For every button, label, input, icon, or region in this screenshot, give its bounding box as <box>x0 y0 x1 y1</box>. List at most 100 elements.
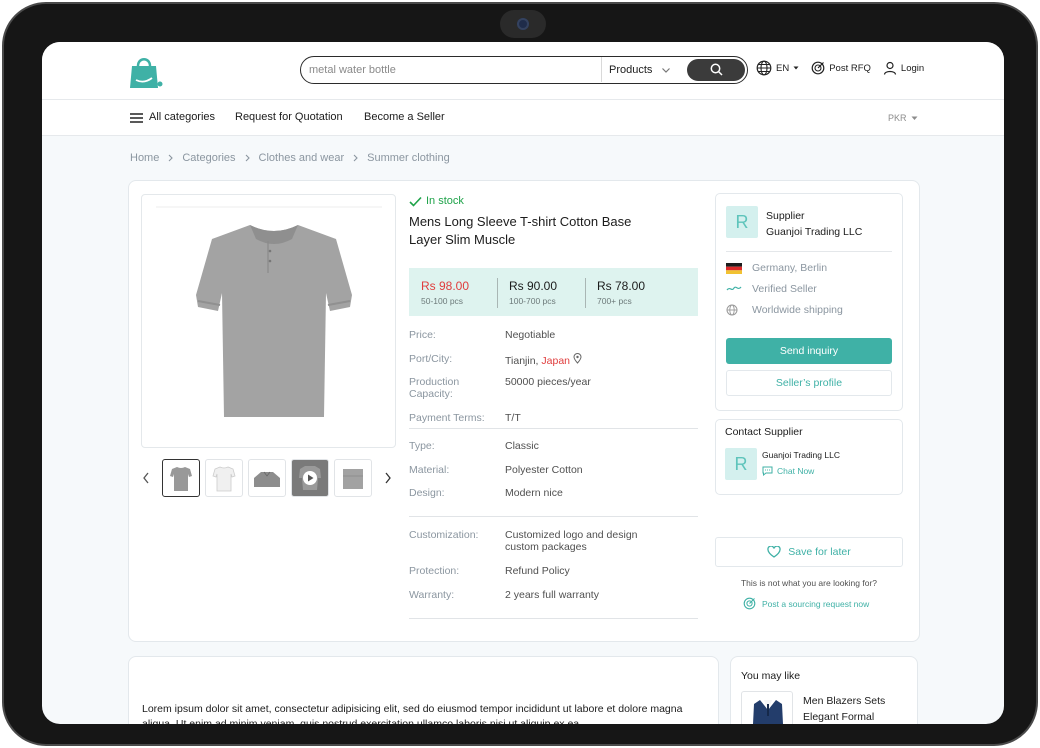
nav-all-categories[interactable]: All categories <box>149 111 215 123</box>
supplier-location: Germany, Berlin <box>726 262 827 274</box>
price-value: Rs 90.00 <box>509 279 558 293</box>
chevron-right-icon[interactable] <box>383 471 393 485</box>
product-main-image[interactable] <box>141 194 396 448</box>
menu-icon[interactable] <box>130 113 143 123</box>
spec-value: Modern nice <box>505 487 563 499</box>
contact-title: Contact Supplier <box>725 426 803 438</box>
spec-value: Refund Policy <box>505 565 570 577</box>
nav-become-seller[interactable]: Become a Seller <box>364 111 445 123</box>
globe-icon <box>756 60 772 76</box>
chevron-down-icon <box>662 67 671 73</box>
spec-row: Material: Polyester Cotton <box>409 464 698 488</box>
supplier-location-text: Germany, Berlin <box>752 262 828 274</box>
product-card: In stock Mens Long Sleeve T-shirt Cotton… <box>128 180 920 642</box>
search-button[interactable] <box>687 58 745 81</box>
chat-icon <box>762 466 773 476</box>
seller-profile-button[interactable]: Seller’s profile <box>726 370 892 396</box>
spec-value: T/T <box>505 412 521 424</box>
nav-request-quotation[interactable]: Request for Quotation <box>235 111 343 123</box>
recommended-product-name[interactable]: Men Blazers Sets Elegant Formal <box>803 693 908 724</box>
globe-icon <box>726 304 738 316</box>
chat-now-link[interactable]: Chat Now <box>762 466 814 476</box>
language-label: EN <box>776 62 790 74</box>
login-link[interactable]: Login <box>883 61 924 75</box>
spec-key: Price: <box>409 329 436 341</box>
chevron-right-icon <box>168 154 174 162</box>
description-text: Lorem ipsum dolor sit amet, consectetur … <box>142 703 683 724</box>
currency-selector[interactable]: PKR <box>888 113 918 123</box>
sourcing-request-link[interactable]: Post a sourcing request now <box>743 597 869 610</box>
send-inquiry-button[interactable]: Send inquiry <box>726 338 892 364</box>
supplier-avatar: R <box>726 206 758 238</box>
breadcrumb-summer[interactable]: Summer clothing <box>367 152 450 164</box>
spec-row: Warranty: 2 years full warranty <box>409 589 698 613</box>
camera-icon <box>500 10 546 38</box>
price-tier-3: Rs 78.00 700+ pcs <box>585 268 673 316</box>
product-info: In stock Mens Long Sleeve T-shirt Cotton… <box>409 195 699 619</box>
spec-value: Customized logo and design custom packag… <box>505 529 638 553</box>
thumbnail-3[interactable] <box>248 459 286 497</box>
tablet-frame: Products EN <box>2 2 1038 746</box>
stock-label: In stock <box>426 195 464 207</box>
post-rfq-label: Post RFQ <box>829 62 871 74</box>
target-icon <box>811 61 825 75</box>
thumbnail-strip <box>141 459 396 497</box>
search-category-label: Products <box>609 63 653 76</box>
currency-label: PKR <box>888 113 907 123</box>
supplier-shipping-text: Worldwide shipping <box>752 304 843 316</box>
thumbnail-5[interactable] <box>334 459 372 497</box>
breadcrumb-clothes[interactable]: Clothes and wear <box>259 152 345 164</box>
spec-group-product: Type: Classic Material: Polyester Cotton… <box>409 440 698 517</box>
save-label: Save for later <box>788 546 851 558</box>
screen: Products EN <box>42 42 1004 724</box>
price-tiers: Rs 98.00 50-100 pcs Rs 90.00 100-700 pcs… <box>409 268 698 316</box>
save-for-later-button[interactable]: Save for later <box>715 537 903 567</box>
product-title: Mens Long Sleeve T-shirt Cotton Base Lay… <box>409 214 632 247</box>
germany-flag-icon <box>726 262 742 274</box>
breadcrumb: Home Categories Clothes and wear Summer … <box>130 152 450 164</box>
spec-value: Classic <box>505 440 539 452</box>
spec-key: Customization: <box>409 529 479 541</box>
price-tier-2: Rs 90.00 100-700 pcs <box>497 268 585 316</box>
divider <box>726 251 892 252</box>
spec-group-service: Customization: Customized logo and desig… <box>409 529 698 619</box>
supplier-card: R Supplier Guanjoi Trading LLC Germany, … <box>715 193 903 411</box>
breadcrumb-categories[interactable]: Categories <box>182 152 235 164</box>
port-country: Japan <box>541 354 570 367</box>
you-may-like-title: You may like <box>741 670 801 682</box>
spec-row: Type: Classic <box>409 440 698 464</box>
spec-value: Tianjin, Japan <box>505 352 695 367</box>
supplier-label: Supplier <box>766 210 805 222</box>
chevron-right-icon <box>353 154 358 162</box>
spec-key: Payment Terms: <box>409 412 485 424</box>
price-tier-1: Rs 98.00 50-100 pcs <box>409 268 497 316</box>
contact-supplier-card: Contact Supplier R Guanjoi Trading LLC C… <box>715 419 903 495</box>
spec-value: Negotiable <box>505 329 556 341</box>
search-category-select[interactable]: Products <box>601 57 685 82</box>
nav-bar: All categories Request for Quotation Bec… <box>42 100 1004 136</box>
verified-badge-icon <box>726 286 742 291</box>
supplier-verified-text: Verified Seller <box>752 283 817 295</box>
thumbnail-2[interactable] <box>205 459 243 497</box>
user-icon <box>883 61 897 75</box>
price-value: Rs 78.00 <box>597 279 646 293</box>
chevron-right-icon <box>245 154 250 162</box>
caret-down-icon <box>793 66 799 70</box>
thumbnail-video[interactable] <box>291 459 329 497</box>
chat-now-label: Chat Now <box>777 466 815 476</box>
shopping-bag-logo-icon[interactable] <box>126 54 164 90</box>
supplier-name[interactable]: Guanjoi Trading LLC <box>766 224 862 240</box>
chevron-left-icon[interactable] <box>141 471 151 485</box>
post-rfq-link[interactable]: Post RFQ <box>811 61 871 75</box>
spec-group-trade: Price: Negotiable Port/City: Tianjin, Ja… <box>409 329 698 429</box>
login-label: Login <box>900 62 925 74</box>
recommended-product-image[interactable] <box>741 691 793 724</box>
breadcrumb-home[interactable]: Home <box>130 152 159 164</box>
search-input[interactable] <box>303 58 603 82</box>
spec-row: Payment Terms: T/T <box>409 412 698 436</box>
spec-row: Customization: Customized logo and desig… <box>409 529 698 565</box>
thumbnail-1[interactable] <box>162 459 200 497</box>
spec-key: Protection: <box>409 565 460 577</box>
caret-down-icon <box>911 116 918 120</box>
language-selector[interactable]: EN <box>756 60 799 76</box>
